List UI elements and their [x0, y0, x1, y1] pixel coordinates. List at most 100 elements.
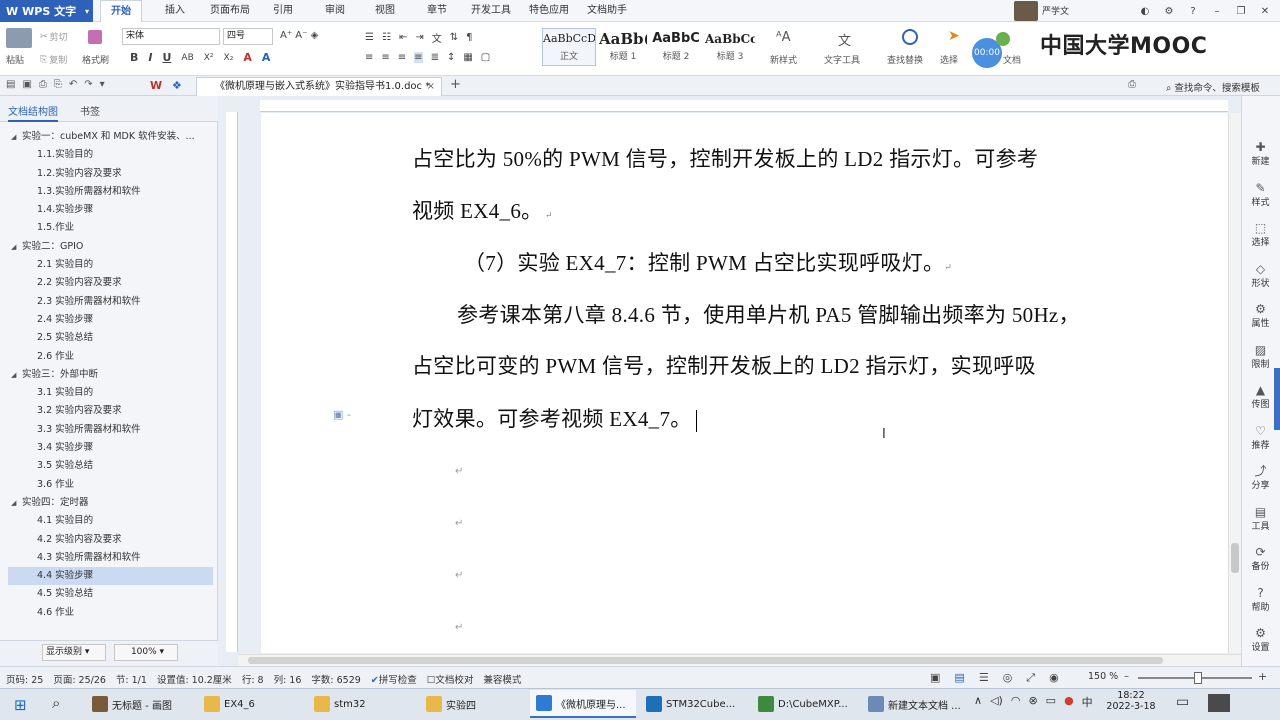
doc-heading-ex4-7[interactable]: （7）实验 EX4_7：控制 PWM 占空比实现呼吸灯。↵: [464, 247, 952, 277]
document-tab[interactable]: 《微机原理与嵌入式系统》实验指导书1.0.doc * ×: [196, 77, 442, 96]
pane-styles[interactable]: ✎ 样式: [1241, 181, 1280, 208]
status-setting[interactable]: 设置值: 10.2厘米: [157, 672, 232, 686]
indent-increase-icon[interactable]: ⇥: [415, 32, 423, 43]
status-pages[interactable]: 页面: 25/26: [53, 672, 106, 686]
pane-upload-image[interactable]: ▲ 传图: [1241, 383, 1280, 410]
notification-icon[interactable]: ▭: [1176, 694, 1189, 710]
user-name[interactable]: 严学文: [1042, 4, 1069, 17]
outline-section[interactable]: 2.1 实验目的: [8, 256, 213, 274]
paste-button[interactable]: 粘贴: [6, 53, 24, 66]
outline-section[interactable]: 4.5 实验总结: [8, 585, 213, 603]
doc-line-6[interactable]: 灯效果。可参考视频 EX4_7。: [412, 403, 697, 433]
clock[interactable]: 18:22 2022-3-18: [1106, 690, 1156, 712]
new-style-button[interactable]: 新样式: [770, 53, 797, 66]
outline-section[interactable]: 3.5 实验总结: [8, 457, 213, 475]
wps-app-menu-button[interactable]: W WPS 文字 ▾: [0, 0, 93, 22]
outline-section[interactable]: 1.5.作业: [8, 219, 213, 237]
taskbar-search-icon[interactable]: ⌕: [52, 694, 60, 712]
outline-section[interactable]: 1.1.实验目的: [8, 146, 213, 164]
taskbar-folder-ex4-6[interactable]: EX4_6: [198, 690, 304, 718]
outline-chapter[interactable]: ◢ 实验四：定时器: [8, 494, 213, 512]
align-center-icon[interactable]: ≡: [381, 52, 389, 63]
doc-button[interactable]: 文档: [1003, 53, 1021, 66]
horizontal-ruler[interactable]: [260, 100, 1228, 112]
outline-section[interactable]: 4.2 实验内容及要求: [8, 531, 213, 549]
template-icon[interactable]: ❖: [172, 79, 182, 92]
font-color-button[interactable]: A: [243, 51, 252, 64]
pane-properties[interactable]: ⚙ 属性: [1241, 302, 1280, 329]
search-command[interactable]: ⌕ 查找命令、搜索模板: [1166, 80, 1260, 94]
zoom-slider-handle[interactable]: [1194, 672, 1202, 684]
outline-section[interactable]: 1.2.实验内容及要求: [8, 165, 213, 183]
highlight-button[interactable]: A: [262, 51, 271, 64]
distribute-icon[interactable]: ≣: [431, 52, 439, 63]
doc-line-2[interactable]: 视频 EX4_6。 ↵: [412, 195, 553, 225]
underline-button[interactable]: U: [162, 51, 171, 64]
show-marks-icon[interactable]: ¶: [466, 32, 472, 43]
scroll-thumb[interactable]: [1231, 543, 1239, 573]
outline-view-icon[interactable]: ☰: [979, 671, 989, 685]
pane-help[interactable]: ? 帮助: [1241, 586, 1280, 613]
vertical-ruler[interactable]: [226, 112, 238, 652]
quick-access-toolbar[interactable]: ▤▣⎙⎘↶↷▾: [6, 79, 112, 90]
outline-chapter[interactable]: ◢ 实验二：GPIO: [8, 238, 213, 256]
style-heading-3[interactable]: AaBbCc 标题 3: [704, 28, 756, 66]
cloud-doc-icon[interactable]: [996, 32, 1010, 46]
doc-line-5[interactable]: 占空比可变的 PWM 信号，控制开发板上的 LD2 指示灯，实现呼吸: [412, 350, 1036, 380]
outline-section[interactable]: 4.3 实验所需器材和软件: [8, 549, 213, 567]
taskbar-notepad[interactable]: 新建文本文档 ...: [862, 690, 968, 718]
tab-developer[interactable]: 开发工具: [466, 0, 516, 22]
new-tab-icon[interactable]: +: [450, 77, 461, 92]
wifi-icon[interactable]: ◠: [1011, 694, 1021, 710]
volume-icon[interactable]: ◁): [990, 694, 1003, 710]
outline-section[interactable]: 3.1 实验目的: [8, 384, 213, 402]
numbered-list-icon[interactable]: ☷: [382, 32, 391, 43]
pane-tools[interactable]: ▤ 工具: [1241, 505, 1280, 532]
font-name-select[interactable]: 宋体: [122, 28, 220, 45]
tab-review[interactable]: 审阅: [315, 0, 355, 22]
outline-section[interactable]: 3.3 实验所需器材和软件: [8, 421, 213, 439]
tab-document-map[interactable]: 文档结构图: [8, 103, 58, 122]
italic-button[interactable]: I: [148, 51, 152, 64]
display-level-select[interactable]: 显示级别 ▾: [42, 644, 106, 661]
style-heading-1[interactable]: AaBb( 标题 1: [598, 28, 648, 66]
wps-home-icon[interactable]: W: [150, 79, 162, 92]
cut-button[interactable]: ✂ 剪切: [40, 30, 68, 44]
border-icon[interactable]: ▢: [481, 52, 490, 63]
taskbar-stm32cube[interactable]: STM32Cube...: [640, 690, 748, 718]
zoom-level[interactable]: 150 %: [1088, 671, 1118, 682]
status-row[interactable]: 行: 8: [242, 672, 264, 686]
pane-recommend[interactable]: ♡ 推荐: [1241, 424, 1280, 451]
font-size-select[interactable]: 四号: [223, 28, 273, 45]
full-screen-icon[interactable]: ⤢: [1026, 671, 1035, 685]
style-heading-2[interactable]: AaBbC 标题 2: [650, 28, 702, 66]
tab-insert[interactable]: 插入: [155, 0, 195, 22]
tray-close-icon[interactable]: ⊗: [1028, 694, 1037, 710]
outline-section[interactable]: 3.6 作业: [8, 476, 213, 494]
reading-mode-icon[interactable]: ▣: [930, 671, 940, 685]
web-view-icon[interactable]: ◎: [1003, 671, 1013, 685]
status-col[interactable]: 列: 16: [274, 672, 302, 686]
collapse-triangle-icon[interactable]: ◢: [11, 238, 16, 256]
pane-settings[interactable]: ⚙ 设置: [1241, 626, 1280, 653]
start-icon[interactable]: ⊞: [14, 696, 27, 714]
paragraph-toolbar-row2[interactable]: ≡ ≡ ≡ ≡ ≣ ↕ ▦ ▢: [365, 52, 490, 63]
antivirus-icon[interactable]: ●: [1064, 694, 1074, 710]
text-tools-button[interactable]: 文字工具: [824, 53, 860, 66]
paragraph-toolbar-row1[interactable]: ☰ ☷ ⇤ ⇥ 文 ⇅ ¶: [365, 30, 472, 45]
find-replace-button[interactable]: 查找替换: [887, 53, 923, 66]
outline-section[interactable]: 1.4.实验步骤: [8, 201, 213, 219]
document-page[interactable]: [261, 113, 1228, 653]
collapse-triangle-icon[interactable]: ◢: [11, 366, 16, 384]
outline-section[interactable]: 4.1 实验目的: [8, 512, 213, 530]
eye-protect-icon[interactable]: ◉: [1049, 671, 1059, 685]
indent-decrease-icon[interactable]: ⇤: [399, 32, 407, 43]
outline-section[interactable]: 2.6 作业: [8, 348, 213, 366]
subscript-button[interactable]: X₂: [224, 53, 234, 63]
restore-icon[interactable]: ❐: [1234, 6, 1248, 17]
tab-bookmarks[interactable]: 书签: [80, 103, 100, 118]
status-section[interactable]: 节: 1/1: [116, 672, 147, 686]
horizontal-scrollbar[interactable]: [238, 654, 1241, 666]
skin-icon[interactable]: ◐: [1138, 6, 1152, 17]
page-view-icon[interactable]: ▤: [954, 671, 964, 685]
